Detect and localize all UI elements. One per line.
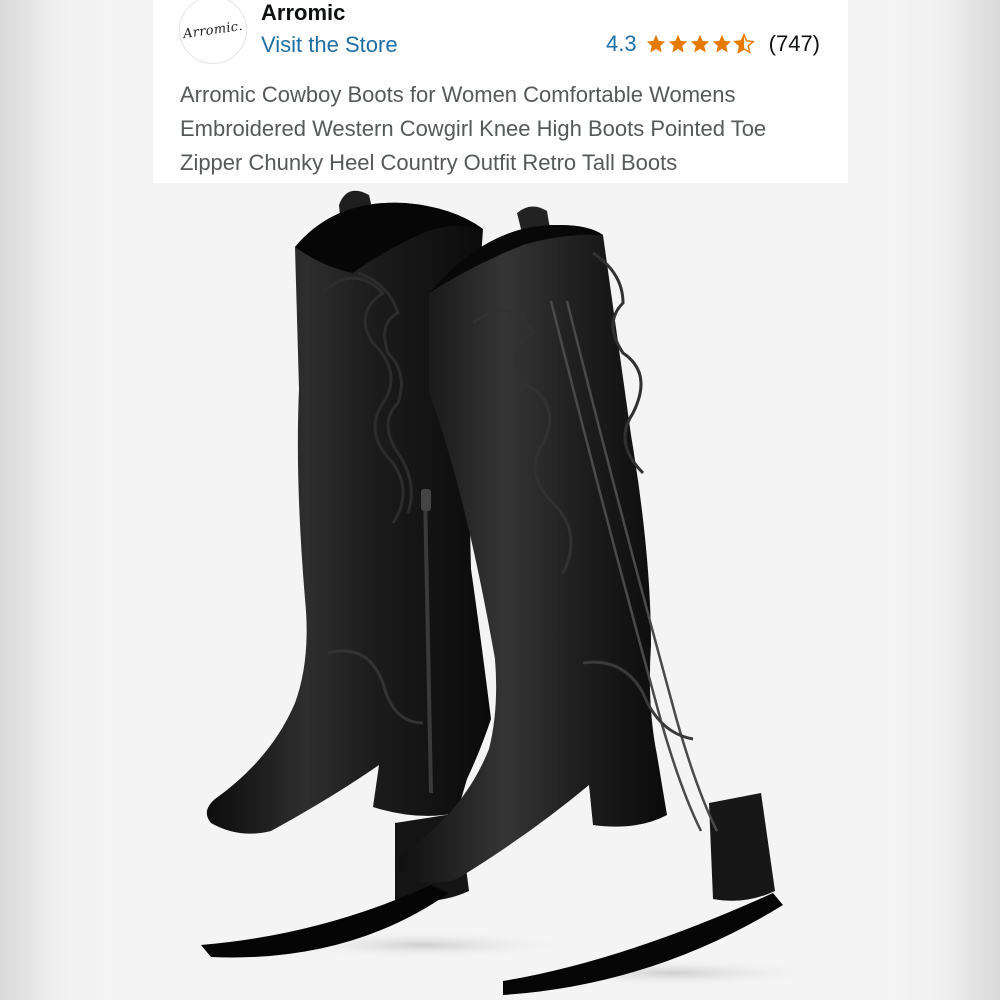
cowboy-boots-image[interactable] [153, 183, 848, 1000]
product-card: Arromic. Arromic Visit the Store 4.3 (74… [153, 0, 848, 1000]
brand-name[interactable]: Arromic [261, 0, 345, 26]
star-full-icon [690, 34, 709, 53]
brand-logo-text: Arromic. [182, 18, 244, 42]
product-header: Arromic. Arromic Visit the Store 4.3 (74… [153, 0, 848, 183]
rating-summary[interactable]: 4.3 (747) [606, 31, 820, 57]
star-rating[interactable] [645, 33, 755, 55]
visit-store-link[interactable]: Visit the Store [261, 32, 398, 58]
brand-logo[interactable]: Arromic. [179, 0, 247, 64]
star-full-icon [668, 34, 687, 53]
rating-count[interactable]: (747) [769, 31, 820, 57]
rating-value[interactable]: 4.3 [606, 31, 637, 57]
product-image-area[interactable] [153, 183, 848, 1000]
product-title: Arromic Cowboy Boots for Women Comfortab… [180, 82, 767, 175]
star-half-icon [732, 33, 755, 54]
star-full-icon [646, 34, 665, 53]
star-full-icon [712, 34, 731, 53]
